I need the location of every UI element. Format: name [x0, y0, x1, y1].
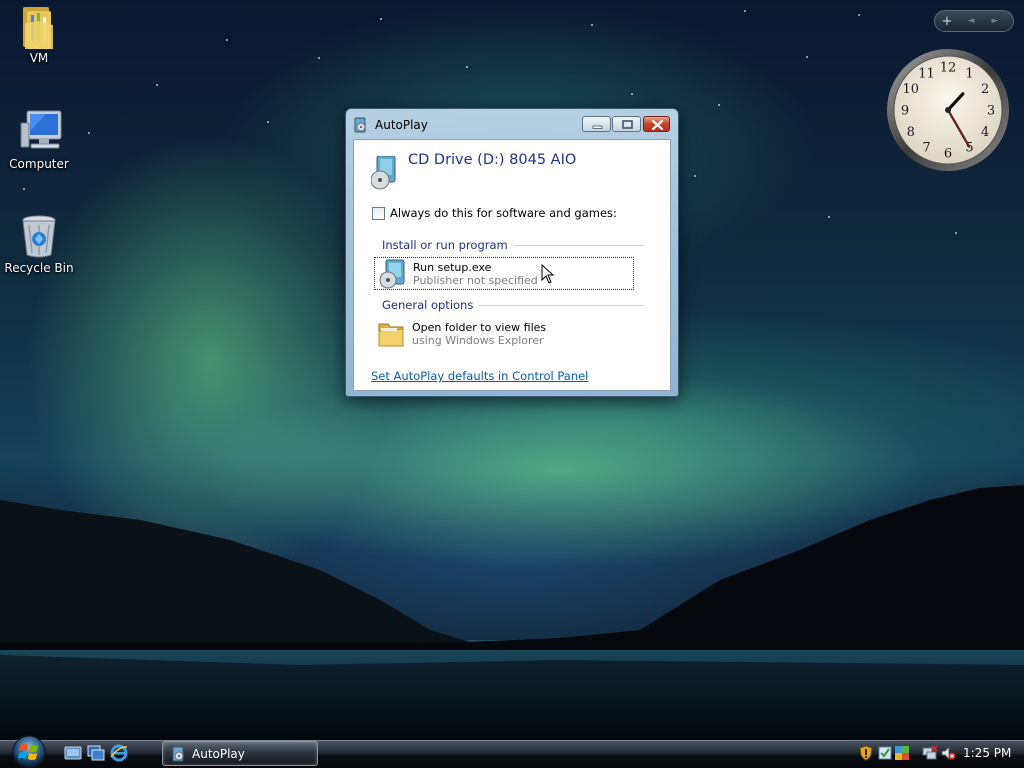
start-button[interactable]	[7, 733, 51, 768]
maximize-icon	[622, 120, 633, 129]
notification-area: 1:25 PM	[852, 741, 1024, 768]
folder-icon	[376, 319, 406, 349]
network-disconnected-icon[interactable]	[922, 745, 938, 761]
section-general-options: General options	[382, 298, 644, 312]
taskbar-button-label: AutoPlay	[192, 747, 245, 761]
divider	[513, 244, 644, 246]
autoplay-icon	[354, 117, 368, 133]
option-run-setup[interactable]: Run setup.exe Publisher not specified	[374, 257, 634, 290]
clock-gadget[interactable]: 1 2 3 4 5 6 7 8 9 10 11 12	[886, 48, 1010, 172]
autoplay-icon	[172, 746, 186, 762]
switch-windows-icon[interactable]	[87, 744, 105, 762]
option-title: Run setup.exe	[413, 260, 492, 274]
clock-numeral: 6	[944, 147, 952, 162]
clock-numeral: 4	[981, 125, 989, 140]
sidebar-gadget-controls: + ◄ ►	[934, 10, 1014, 32]
clock-numeral: 9	[901, 104, 909, 119]
title-bar[interactable]: AutoPlay	[346, 109, 678, 139]
clock-numeral: 7	[922, 141, 930, 156]
mountain-silhouette	[0, 485, 1024, 740]
previous-gadget-button[interactable]: ◄	[959, 16, 983, 26]
internet-explorer-icon[interactable]	[110, 744, 128, 762]
option-open-folder[interactable]: Open folder to view files using Windows …	[374, 317, 634, 350]
close-button[interactable]	[643, 116, 670, 132]
option-subtitle: using Windows Explorer	[412, 333, 544, 347]
taskbar-clock[interactable]: 1:25 PM	[963, 746, 1011, 760]
maximize-button[interactable]	[612, 116, 641, 132]
computer-icon	[19, 109, 62, 153]
folder-icon	[19, 3, 59, 49]
autoplay-window: AutoPlay CD Drive (D:) 8045 AIO Always d…	[345, 108, 679, 397]
taskbar-button-autoplay[interactable]: AutoPlay	[162, 741, 318, 766]
volume-muted-icon[interactable]	[940, 745, 956, 761]
show-desktop-icon[interactable]	[64, 744, 82, 762]
minimize-button[interactable]	[582, 116, 611, 132]
clock-numeral: 10	[903, 82, 920, 97]
section-heading: General options	[382, 298, 474, 312]
desktop-icon-recycle-bin[interactable]: Recycle Bin	[1, 213, 77, 275]
autoplay-content: CD Drive (D:) 8045 AIO Always do this fo…	[353, 139, 671, 391]
clock-numeral: 2	[981, 82, 989, 97]
clock-numeral: 12	[940, 61, 957, 76]
clock-numeral: 11	[918, 66, 935, 81]
desktop-icon-computer[interactable]: Computer	[1, 109, 77, 171]
next-gadget-button[interactable]: ►	[983, 16, 1007, 26]
always-do-this-checkbox[interactable]	[372, 206, 385, 220]
minimize-icon	[592, 125, 603, 129]
windows-logo-icon	[12, 735, 46, 768]
clock-numeral: 1	[965, 66, 973, 81]
section-heading: Install or run program	[382, 238, 508, 252]
setup-disc-icon	[377, 259, 407, 289]
divider	[479, 304, 644, 306]
add-gadget-button[interactable]: +	[935, 14, 959, 29]
autoplay-defaults-link[interactable]: Set AutoPlay defaults in Control Panel	[371, 369, 588, 383]
desktop-icon-vm[interactable]: VM	[1, 3, 77, 65]
section-install-or-run: Install or run program	[382, 238, 644, 252]
desktop-icon-label: Computer	[9, 157, 69, 171]
window-title: AutoPlay	[375, 118, 428, 132]
desktop-icon-label: Recycle Bin	[4, 261, 74, 275]
desktop-icon-label: VM	[29, 51, 49, 65]
close-icon	[651, 119, 664, 131]
recycle-bin-icon	[19, 213, 59, 258]
sidebar-icon[interactable]	[877, 745, 893, 761]
drive-label: CD Drive (D:) 8045 AIO	[408, 152, 577, 168]
always-do-this-label: Always do this for software and games:	[390, 206, 617, 220]
windows-update-icon[interactable]	[894, 745, 910, 761]
clock-numeral: 8	[907, 125, 915, 140]
mouse-pointer-icon	[541, 263, 555, 285]
security-shield-icon[interactable]	[858, 745, 874, 761]
cd-drive-icon	[370, 155, 399, 190]
option-subtitle: Publisher not specified	[413, 273, 538, 287]
always-do-this-row[interactable]: Always do this for software and games:	[372, 206, 617, 220]
option-title: Open folder to view files	[412, 320, 547, 334]
clock-numeral: 3	[987, 104, 995, 119]
